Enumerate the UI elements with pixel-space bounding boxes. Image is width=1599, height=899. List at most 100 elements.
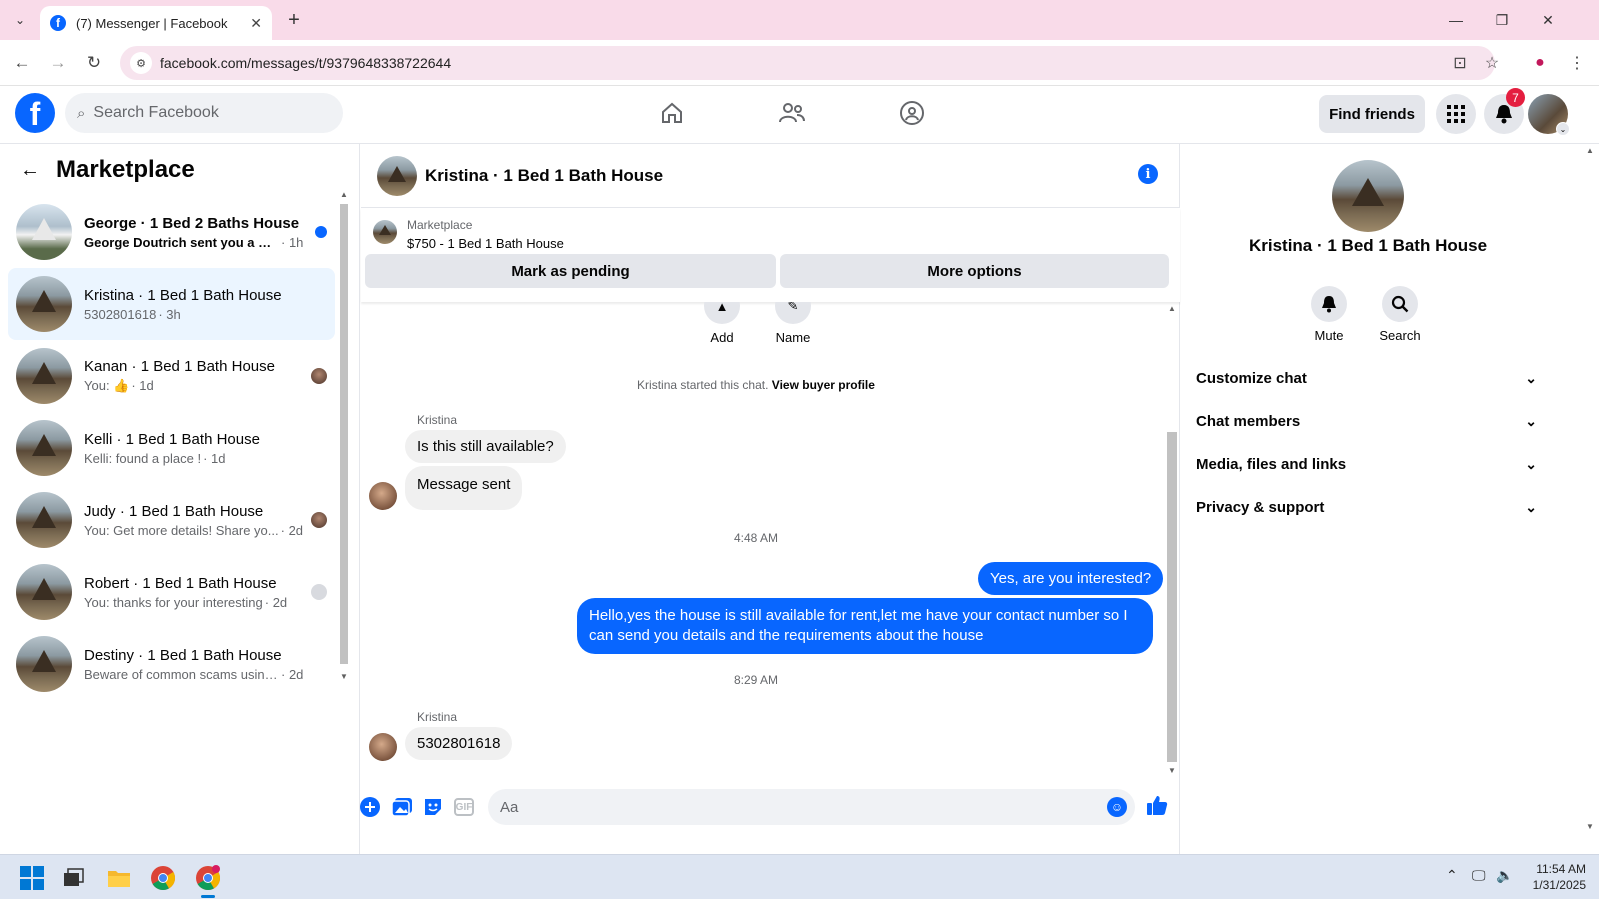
clock-time: 11:54 AM (1536, 862, 1586, 876)
find-friends-button[interactable]: Find friends (1319, 95, 1425, 133)
listing-avatar-large[interactable] (1332, 160, 1404, 232)
conversation-item[interactable]: Robert · 1 Bed 1 Bath House You: thanks … (8, 556, 335, 628)
sidebar-scrollbar[interactable]: ▲ ▼ (337, 188, 351, 684)
back-arrow-icon[interactable]: ← (20, 159, 40, 182)
info-scrollbar[interactable]: ▲ ▼ (1583, 144, 1597, 854)
conversation-item[interactable]: George · 1 Bed 2 Baths House George Dout… (8, 196, 335, 268)
conversation-name: George · 1 Bed 2 Baths House (84, 214, 300, 232)
mute-action[interactable]: Mute (1299, 286, 1359, 343)
scroll-down-icon[interactable]: ▼ (1168, 766, 1176, 775)
browser-tab-messenger[interactable]: f (7) Messenger | Facebook ✕ (40, 6, 272, 40)
restore-button[interactable]: ❐ (1479, 0, 1525, 40)
bookmark-star-icon[interactable]: ☆ (1480, 51, 1504, 75)
home-icon[interactable] (652, 95, 692, 131)
scroll-down-icon[interactable]: ▼ (1586, 822, 1594, 831)
scrollbar-thumb[interactable] (1167, 432, 1177, 762)
conversation-item[interactable]: Kelli · 1 Bed 1 Bath House Kelli: found … (8, 412, 335, 484)
sender-avatar[interactable] (369, 482, 397, 510)
chat-scrollbar[interactable]: ▲ ▼ (1165, 304, 1179, 780)
chrome-profile-icon[interactable] (193, 863, 223, 893)
forward-button[interactable]: → (46, 51, 70, 75)
emoji-icon[interactable]: ☺ (1107, 797, 1127, 817)
site-info-icon[interactable]: ⚙ (130, 52, 152, 74)
facebook-search-input[interactable]: ⌕ Search Facebook (65, 93, 343, 133)
listing-avatar (16, 636, 72, 692)
privacy-support-section[interactable]: Privacy & support ⌄ (1181, 485, 1543, 529)
incoming-message[interactable]: Is this still available? (405, 430, 566, 463)
sender-avatar[interactable] (369, 733, 397, 761)
conversation-item-active[interactable]: Kristina · 1 Bed 1 Bath House 5302801618… (8, 268, 335, 340)
outgoing-message[interactable]: Yes, are you interested? (978, 562, 1164, 595)
task-view-icon[interactable] (59, 863, 89, 893)
add-action[interactable]: ▲ Add (692, 302, 752, 345)
chrome-icon[interactable] (148, 863, 178, 893)
incoming-message[interactable]: Message sent (405, 466, 523, 510)
message-placeholder: Aa (500, 798, 519, 816)
scroll-up-icon[interactable]: ▲ (340, 190, 348, 199)
account-avatar[interactable]: ⌄ (1528, 94, 1570, 136)
name-action[interactable]: ✎ Name (763, 302, 823, 345)
thumbs-up-icon[interactable] (1146, 794, 1168, 816)
conversation-preview: Beware of common scams using p... (84, 666, 279, 682)
facebook-favicon-icon: f (50, 15, 66, 31)
groups-icon[interactable] (892, 95, 932, 131)
search-placeholder: Search Facebook (93, 104, 219, 121)
close-window-button[interactable]: ✕ (1525, 0, 1571, 40)
chat-panel: Kristina · 1 Bed 1 Bath House i Marketpl… (359, 144, 1180, 854)
network-icon[interactable]: 🖵 (1472, 867, 1486, 884)
incoming-message[interactable]: 5302801618 (405, 727, 513, 760)
chat-members-section[interactable]: Chat members ⌄ (1181, 399, 1543, 443)
conversation-item[interactable]: Destiny · 1 Bed 1 Bath House Beware of c… (8, 628, 335, 700)
conversation-item[interactable]: Kanan · 1 Bed 1 Bath House You: 👍 · 1d (8, 340, 335, 412)
mark-as-pending-button[interactable]: Mark as pending (365, 254, 776, 288)
message-input[interactable]: Aa ☺ (488, 789, 1135, 825)
close-tab-icon[interactable]: ✕ (250, 15, 262, 32)
listing-price[interactable]: $750 - 1 Bed 1 Bath House (407, 236, 564, 251)
minimize-button[interactable]: — (1433, 0, 1479, 40)
facebook-logo[interactable]: f (15, 93, 55, 133)
new-tab-button[interactable]: + (282, 8, 306, 32)
profile-icon[interactable]: ● (1528, 51, 1552, 75)
conversation-time: · 1d (203, 450, 226, 466)
chat-title[interactable]: Kristina · 1 Bed 1 Bath House (425, 166, 663, 186)
section-label: Privacy & support (1196, 498, 1325, 516)
tab-title: (7) Messenger | Facebook (76, 15, 228, 31)
listing-thumbnail[interactable] (373, 220, 397, 244)
scroll-up-icon[interactable]: ▲ (1586, 146, 1594, 155)
tab-search-button[interactable]: ⌄ (8, 8, 32, 32)
media-files-links-section[interactable]: Media, files and links ⌄ (1181, 442, 1543, 486)
conversation-preview: You: 👍 (84, 378, 130, 393)
unread-indicator (315, 226, 327, 238)
scroll-up-icon[interactable]: ▲ (1168, 304, 1176, 313)
scrollbar-thumb[interactable] (340, 204, 348, 664)
scroll-down-icon[interactable]: ▼ (340, 672, 348, 681)
search-icon: ⌕ (77, 104, 86, 122)
reload-button[interactable]: ↻ (82, 51, 106, 75)
customize-chat-section[interactable]: Customize chat ⌄ (1181, 356, 1543, 400)
facebook-header: f ⌕ Search Facebook Find friends 7 ⌄ (0, 86, 1599, 144)
browser-menu-icon[interactable]: ⋮ (1565, 51, 1589, 75)
more-options-button[interactable]: More options (780, 254, 1169, 288)
address-bar[interactable]: ⚙ facebook.com/messages/t/93796483387226… (120, 46, 1495, 80)
listing-avatar (16, 348, 72, 404)
chevron-up-icon[interactable]: ⌃ (1446, 867, 1458, 884)
friends-icon[interactable] (772, 95, 812, 131)
photo-icon[interactable] (391, 796, 413, 818)
search-action[interactable]: Search (1370, 286, 1430, 343)
chevron-down-icon: ⌄ (1525, 369, 1537, 386)
install-app-icon[interactable]: ⊡ (1448, 51, 1472, 75)
back-button[interactable]: ← (10, 51, 34, 75)
gif-icon[interactable]: GIF (454, 798, 474, 816)
windows-start-icon[interactable] (17, 863, 47, 893)
info-icon[interactable]: i (1138, 164, 1158, 184)
file-explorer-icon[interactable] (104, 863, 134, 893)
outgoing-message[interactable]: Hello,yes the house is still available f… (577, 598, 1153, 654)
view-buyer-profile-link[interactable]: View buyer profile (772, 378, 875, 392)
menu-grid-icon[interactable] (1436, 94, 1476, 134)
chat-avatar[interactable] (377, 155, 417, 196)
conversation-item[interactable]: Judy · 1 Bed 1 Bath House You: Get more … (8, 484, 335, 556)
conversation-name: Destiny · 1 Bed 1 Bath House (84, 646, 282, 664)
plus-icon[interactable] (359, 796, 381, 818)
system-clock[interactable]: 11:54 AM 1/31/2025 (1506, 861, 1586, 893)
sticker-icon[interactable] (422, 796, 444, 818)
